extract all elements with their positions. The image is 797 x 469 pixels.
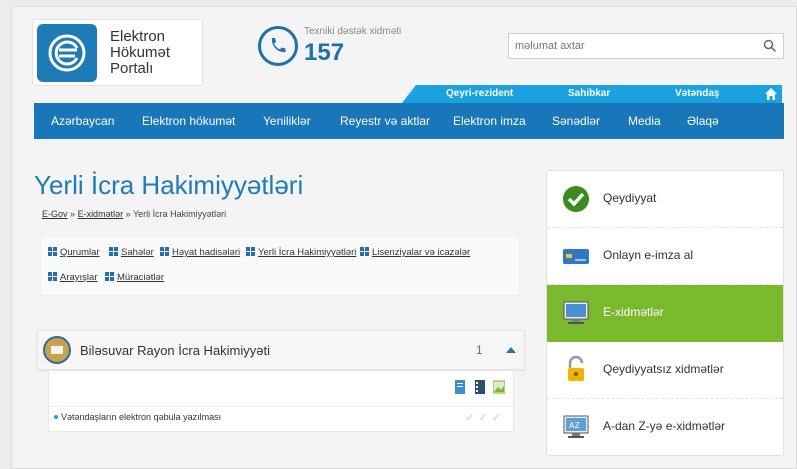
- filter-local-executive[interactable]: Yerli İcra Hakimiyyətləri: [246, 247, 356, 258]
- grid-icon: [105, 272, 114, 281]
- organization-name: Biləsuvar Rayon İcra Hakimiyyəti: [80, 343, 271, 358]
- quick-links-sidebar: Qeydiyyat Onlayn e-imza al E-xidmətlər Q…: [546, 170, 784, 456]
- collapse-arrow-icon[interactable]: [506, 347, 516, 353]
- monitor-icon: [563, 301, 589, 324]
- nav-documents[interactable]: Sənədlər: [552, 114, 600, 128]
- filter-life-events[interactable]: Həyat hadisələri: [160, 247, 240, 258]
- support-label: Texniki dəstək xidməti: [304, 26, 402, 37]
- audience-tab-citizen[interactable]: Vətəndaş: [675, 88, 719, 99]
- nav-registry-acts[interactable]: Reyestr və aktlar: [340, 114, 430, 128]
- portal-name-line2: Hökumət: [110, 44, 171, 61]
- sidebar-item-label: Onlayn e-imza al: [603, 248, 694, 262]
- search-icon[interactable]: [763, 39, 777, 53]
- grid-icon: [48, 272, 57, 281]
- home-icon[interactable]: [760, 85, 782, 103]
- emblem-icon: [43, 336, 71, 364]
- check-icon: ✓: [478, 412, 492, 424]
- service-list: Vətəndaşların elektron qəbula yazılması …: [48, 370, 514, 432]
- sidebar-item-label: E-xidmətlər: [603, 305, 664, 319]
- breadcrumb-e-services[interactable]: E-xidmətlər: [78, 209, 124, 219]
- service-toolbar: [451, 380, 505, 399]
- breadcrumb-separator: »: [125, 209, 131, 219]
- filter-label: Müraciətlər: [117, 272, 164, 283]
- document-icon[interactable]: [454, 380, 466, 394]
- check-circle-icon: [563, 186, 589, 212]
- breadcrumb-home[interactable]: E-Gov: [42, 209, 68, 219]
- portal-name-line3: Portalı: [110, 60, 154, 77]
- filter-sectors[interactable]: Sahələr: [109, 247, 154, 258]
- screen-az-icon: AZ: [563, 415, 589, 438]
- nav-azerbaijan[interactable]: Azərbaycan: [51, 114, 114, 128]
- filter-certificates[interactable]: Arayışlar: [48, 272, 97, 283]
- check-icon: ✓: [465, 412, 479, 424]
- image-icon[interactable]: [493, 380, 505, 394]
- filter-label: Lisenziyalar və icazələr: [372, 247, 471, 258]
- service-row[interactable]: Vətəndaşların elektron qəbula yazılması …: [49, 406, 513, 432]
- check-icon: ✓: [491, 412, 505, 424]
- category-filters: Qurumlar Sahələr Həyat hadisələri Yerli …: [40, 236, 520, 296]
- page-title: Yerli İcra Hakimiyyətləri: [34, 170, 304, 200]
- grid-icon: [48, 247, 57, 256]
- sidebar-item-unregistered-services[interactable]: Qeydiyyatsız xidmətlər: [547, 342, 783, 399]
- sidebar-item-a-to-z-services[interactable]: AZ A-dan Z-yə e-xidmətlər: [547, 399, 783, 456]
- svg-text:AZ: AZ: [569, 421, 580, 430]
- phone-icon: [258, 26, 298, 66]
- film-icon[interactable]: [474, 380, 486, 394]
- grid-icon: [109, 247, 118, 256]
- nav-news[interactable]: Yeniliklər: [263, 114, 311, 128]
- filter-label: Sahələr: [121, 247, 154, 258]
- bullet-icon: [54, 415, 58, 419]
- service-status-icons: ✓✓✓: [465, 411, 505, 424]
- audience-tab-entrepreneur[interactable]: Sahibkar: [568, 88, 610, 99]
- filter-label: Qurumlar: [60, 247, 100, 258]
- filter-label: Arayışlar: [60, 272, 98, 283]
- grid-icon: [160, 247, 169, 256]
- portal-name-line1: Elektron: [110, 28, 166, 45]
- filter-institutions[interactable]: Qurumlar: [48, 247, 100, 258]
- search-input[interactable]: [509, 34, 754, 58]
- breadcrumb-current: Yerli İcra Hakimiyyətləri: [132, 209, 227, 219]
- service-count: 1: [476, 343, 483, 357]
- grid-icon: [360, 247, 369, 256]
- sidebar-item-e-services[interactable]: E-xidmətlər: [547, 285, 783, 342]
- support-number[interactable]: 157: [304, 39, 344, 67]
- search-box: [508, 33, 784, 59]
- sidebar-item-label: Qeydiyyatsız xidmətlər: [603, 362, 724, 376]
- filter-label: Həyat hadisələri: [172, 247, 241, 258]
- grid-icon: [246, 247, 255, 256]
- nav-media[interactable]: Media: [628, 114, 661, 128]
- card-icon: [563, 249, 589, 264]
- main-navigation: Azərbaycan Elektron hökumət Yeniliklər R…: [34, 103, 784, 139]
- portal-name: Elektron Hökumət Portalı: [110, 29, 170, 77]
- breadcrumb-separator: »: [70, 209, 76, 219]
- sidebar-item-label: A-dan Z-yə e-xidmətlər: [603, 419, 726, 433]
- filter-label: Yerli İcra Hakimiyyətləri: [258, 247, 357, 258]
- audience-tab-nonresident[interactable]: Qeyri-rezident: [446, 88, 513, 99]
- nav-electronic-government[interactable]: Elektron hökumət: [142, 114, 235, 128]
- sidebar-item-online-signature[interactable]: Onlayn e-imza al: [547, 228, 783, 285]
- egov-logo-icon: [37, 24, 97, 82]
- filter-licenses[interactable]: Lisenziyalar və icazələr: [360, 247, 470, 258]
- sidebar-item-registration[interactable]: Qeydiyyat: [547, 171, 783, 228]
- portal-logo[interactable]: Elektron Hökumət Portalı: [32, 19, 203, 86]
- sidebar-item-label: Qeydiyyat: [603, 191, 657, 205]
- service-title[interactable]: Vətəndaşların elektron qəbula yazılması: [61, 412, 221, 422]
- organization-panel[interactable]: Biləsuvar Rayon İcra Hakimiyyəti 1: [37, 330, 525, 370]
- nav-contact[interactable]: Əlaqə: [687, 114, 719, 128]
- nav-electronic-signature[interactable]: Elektron imza: [453, 114, 526, 128]
- filter-appeals[interactable]: Müraciətlər: [105, 272, 164, 283]
- padlock-icon: [568, 355, 584, 381]
- breadcrumb: E-Gov » E-xidmətlər » Yerli İcra Hakimiy…: [42, 209, 226, 219]
